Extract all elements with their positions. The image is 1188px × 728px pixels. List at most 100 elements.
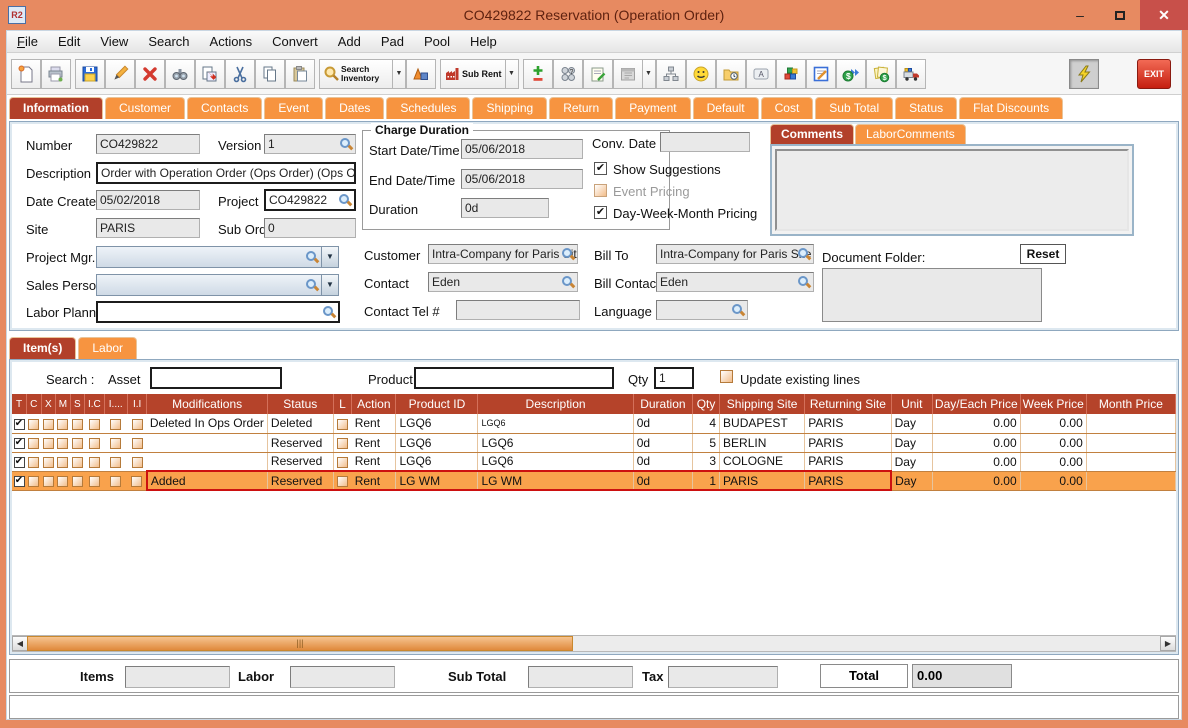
tab-cost[interactable]: Cost [761,97,814,119]
checkbox-icon[interactable] [337,419,348,430]
cell-day_each_price[interactable]: 0.00 [932,471,1020,490]
menu-convert[interactable]: Convert [272,34,318,49]
column-header-modifications[interactable]: Modifications [147,394,268,414]
scroll-thumb[interactable] [27,636,573,651]
calendar-button[interactable] [613,59,643,89]
cell-duration[interactable]: 0d [633,452,692,471]
cell-unit[interactable]: Day [891,471,932,490]
new-document-button[interactable] [11,59,41,89]
menu-file[interactable]: File [17,34,38,49]
cell-action[interactable]: Rent [352,471,396,490]
cell-returning_site[interactable]: PARIS [805,414,891,433]
table-row[interactable]: ReservedRentLGQ6LGQ60d5BERLINPARISDay0.0… [12,433,1176,452]
table-row[interactable]: AddedReservedRentLG WMLG WM0d1PARISPARIS… [12,471,1176,490]
copy-button[interactable] [255,59,285,89]
checkbox-icon[interactable] [131,476,142,487]
cell-qty[interactable]: 1 [693,471,720,490]
row-checkbox-cell[interactable] [70,433,85,452]
reset-button[interactable]: Reset [1020,244,1066,264]
save-button[interactable] [75,59,105,89]
row-checkbox-cell[interactable] [85,452,104,471]
close-button[interactable]: ✕ [1140,0,1188,30]
checkbox-icon[interactable] [89,438,100,449]
labor-planner-field[interactable] [96,301,340,323]
total-button[interactable]: Total [820,664,908,688]
labor-planner-search-icon[interactable] [322,305,336,319]
checkbox-icon[interactable] [72,457,83,468]
row-checkbox-cell[interactable] [56,433,71,452]
cell-month_price[interactable] [1086,414,1175,433]
table-row[interactable]: Deleted In Ops OrderDeletedRentLGQ6LGQ60… [12,414,1176,433]
menu-help[interactable]: Help [470,34,497,49]
tab-status[interactable]: Status [895,97,957,119]
checkbox-checked-icon[interactable] [14,476,25,487]
cell-description[interactable]: LGQ6 [478,414,633,433]
checkbox-icon[interactable] [110,476,121,487]
contact-field[interactable]: Eden [428,272,578,292]
row-checkbox-cell[interactable] [41,433,56,452]
contact-tel-field[interactable] [456,300,580,320]
row-checkbox-cell[interactable] [85,471,104,490]
cell-modifications[interactable] [147,433,268,452]
cut-button[interactable] [225,59,255,89]
asset-input[interactable] [150,367,282,389]
checkbox-icon[interactable] [72,419,83,430]
keyboard-button[interactable]: A [746,59,776,89]
cell-returning_site[interactable]: PARIS [805,452,891,471]
conv-date-field[interactable] [660,132,750,152]
cell-action[interactable]: Rent [352,414,396,433]
document-folder-box[interactable] [822,268,1042,322]
row-checkbox-cell[interactable] [85,414,104,433]
cell-modifications[interactable] [147,452,268,471]
qty-input[interactable]: 1 [654,367,694,389]
tab-dates[interactable]: Dates [325,97,384,119]
column-header-status[interactable]: Status [267,394,333,414]
cell-duration[interactable]: 0d [633,433,692,452]
cell-description[interactable]: LGQ6 [478,433,633,452]
cell-day_each_price[interactable]: 0.00 [932,433,1020,452]
minimize-button[interactable]: – [1060,0,1100,30]
row-checkbox-cell[interactable] [27,471,42,490]
blocks-button[interactable] [776,59,806,89]
cell-shipping_site[interactable]: PARIS [720,471,805,490]
checkbox-icon[interactable] [337,457,348,468]
tab-comments[interactable]: Comments [770,124,854,144]
cell-status[interactable]: Reserved [267,471,333,490]
tab-payment[interactable]: Payment [615,97,690,119]
row-checkbox-cell[interactable] [104,433,127,452]
cell-description[interactable]: LG WM [478,471,633,490]
row-checkbox-cell[interactable] [104,414,127,433]
tab-contacts[interactable]: Contacts [187,97,262,119]
edit-note-button[interactable] [806,59,836,89]
menu-add[interactable]: Add [338,34,361,49]
row-checkbox-cell[interactable] [127,471,146,490]
row-checkbox-cell[interactable] [70,414,85,433]
checkbox-icon[interactable] [132,438,143,449]
cell-duration[interactable]: 0d [633,471,692,490]
column-header-X[interactable]: X [41,394,56,414]
cell-product_id[interactable]: LGQ6 [396,414,478,433]
cell-returning_site[interactable]: PARIS [805,433,891,452]
column-header-returning_site[interactable]: Returning Site [805,394,891,414]
cell-shipping_site[interactable]: COLOGNE [720,452,805,471]
checkbox-icon[interactable] [28,419,39,430]
inventory-shapes-button[interactable] [406,59,436,89]
cell-week_price[interactable]: 0.00 [1020,433,1086,452]
folder-history-button[interactable] [716,59,746,89]
row-checkbox-cell[interactable] [27,433,42,452]
row-checkbox-cell[interactable] [56,414,71,433]
column-header-I....[interactable]: I.... [104,394,127,414]
scroll-right-button[interactable]: ▶ [1160,636,1176,651]
menu-actions[interactable]: Actions [210,34,253,49]
sales-person-search-icon[interactable] [305,278,319,292]
project-field[interactable]: CO429822 [264,189,356,211]
tab-information[interactable]: Information [9,97,103,119]
tab-labor-comments[interactable]: LaborComments [855,124,966,144]
cell-day_each_price[interactable]: 0.00 [932,452,1020,471]
checkbox-icon[interactable] [110,438,121,449]
checkbox-icon[interactable] [28,476,39,487]
menu-search[interactable]: Search [148,34,189,49]
cell-action[interactable]: Rent [352,452,396,471]
project-mgr-combo[interactable]: ▼ [96,246,322,268]
column-header-T[interactable]: T [12,394,27,414]
